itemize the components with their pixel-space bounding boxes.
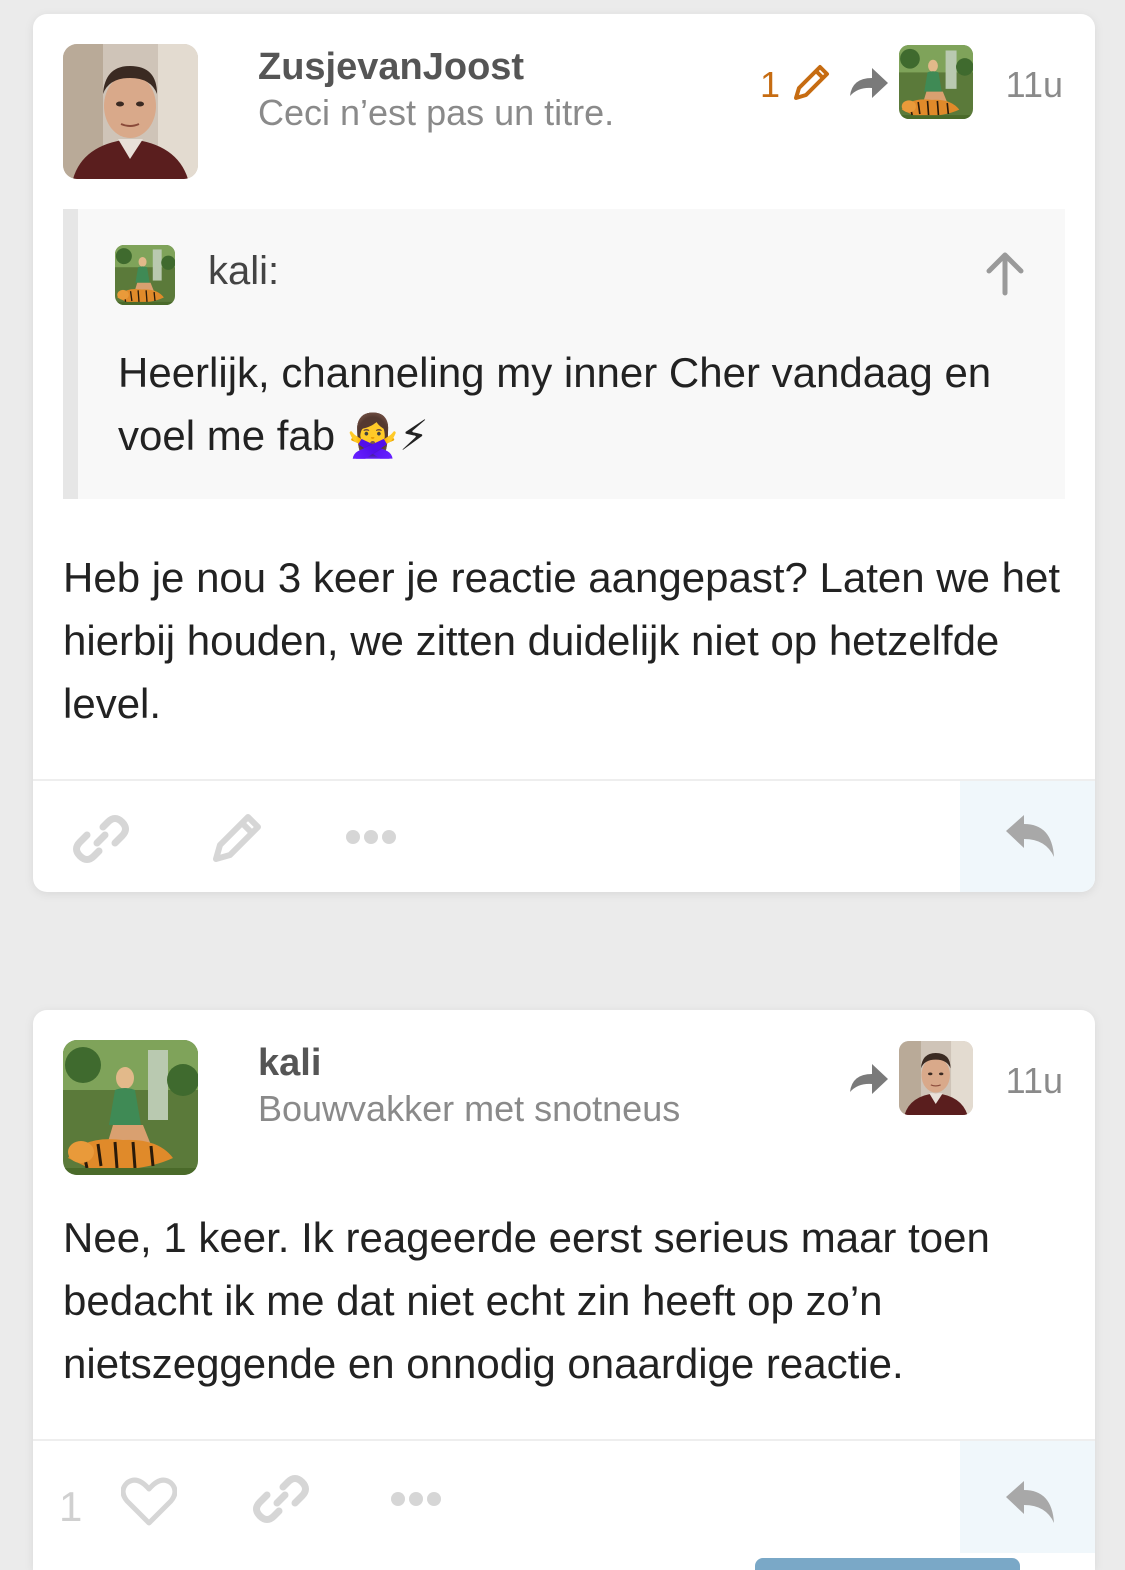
more-icon[interactable] [390, 1491, 442, 1507]
post-time[interactable]: 11u [1006, 64, 1063, 106]
user-title: Bouwvakker met snotneus [258, 1088, 681, 1129]
pencil-icon[interactable] [790, 60, 834, 104]
heart-icon[interactable] [121, 1477, 177, 1527]
reply-button[interactable] [960, 781, 1095, 892]
reply-to-avatar[interactable] [899, 1041, 973, 1115]
more-icon[interactable] [345, 829, 397, 845]
reply-to-avatar[interactable] [899, 45, 973, 119]
quote-author: kali: [208, 249, 280, 293]
quote-text: Heerlijk, channeling my inner Cher vanda… [118, 349, 992, 459]
user-avatar[interactable] [63, 44, 198, 179]
reply-to-arrow-icon[interactable] [846, 62, 890, 102]
post-body: Nee, 1 keer. Ik reageerde eerst serieus … [63, 1214, 990, 1387]
user-avatar[interactable] [63, 1040, 198, 1175]
post-actions: 1 [33, 1439, 1095, 1553]
user-title: Ceci n’est pas un titre. [258, 92, 615, 133]
reply-icon[interactable] [1002, 813, 1056, 861]
man-portrait-avatar-icon [899, 1041, 973, 1115]
tiger-painting-avatar-icon [115, 245, 175, 305]
post-card: ZusjevanJoost Ceci n’est pas un titre. 1… [33, 14, 1095, 892]
post-time[interactable]: 11u [1006, 1060, 1063, 1102]
like-count[interactable]: 1 [59, 1483, 82, 1531]
tiger-painting-avatar-icon [899, 45, 973, 119]
reply-icon[interactable] [1002, 1479, 1056, 1527]
pencil-icon[interactable] [208, 809, 266, 867]
post-card: kali Bouwvakker met snotneus 11u Nee, 1 … [33, 1010, 1095, 1570]
reply-button[interactable] [960, 1441, 1095, 1553]
reply-to-arrow-icon[interactable] [846, 1058, 890, 1098]
man-portrait-avatar-icon [63, 44, 198, 179]
arrow-up-icon[interactable] [983, 249, 1027, 297]
username[interactable]: ZusjevanJoost [258, 46, 524, 89]
quote-author-avatar [115, 245, 175, 305]
bottom-toolbar-edge[interactable] [755, 1558, 1020, 1570]
link-icon[interactable] [253, 1471, 309, 1527]
tiger-painting-avatar-icon [63, 1040, 198, 1175]
link-icon[interactable] [73, 811, 129, 867]
username[interactable]: kali [258, 1042, 321, 1085]
edit-count[interactable]: 1 [760, 64, 780, 106]
quote-block: kali: Heerlijk, channeling my inner Cher… [63, 209, 1065, 499]
post-actions [33, 779, 1095, 892]
post-body: Heb je nou 3 keer je reactie aangepast? … [63, 554, 1061, 727]
